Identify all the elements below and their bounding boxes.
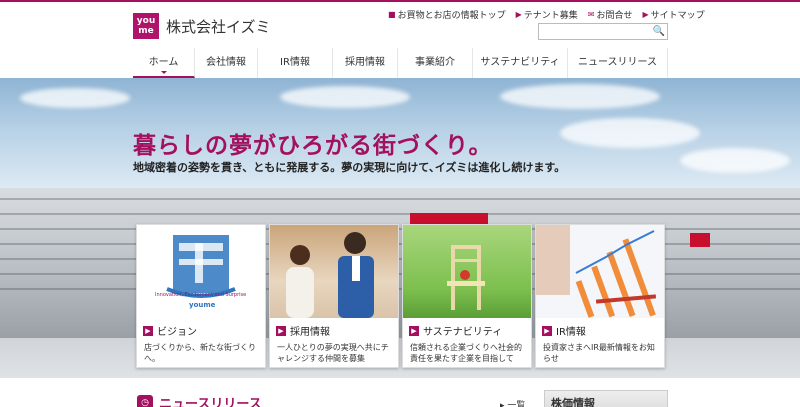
utility-link-shopping[interactable]: ■ お買物とお店の情報トップ bbox=[388, 8, 506, 21]
search-input[interactable] bbox=[541, 25, 649, 38]
nav-sustainability[interactable]: サステナビリティ bbox=[473, 48, 568, 78]
vision-caption: Innovation, Excitement and Surprise bbox=[155, 292, 247, 298]
card-label: ▶ IR情報 bbox=[542, 323, 586, 338]
nav-business[interactable]: 事業紹介 bbox=[398, 48, 473, 78]
nav-company[interactable]: 会社情報 bbox=[195, 48, 258, 78]
nav-news[interactable]: ニュースリリース bbox=[568, 48, 668, 78]
utility-link-contact[interactable]: ✉ お問合せ bbox=[588, 8, 633, 21]
sitemap-icon: ▶ bbox=[642, 10, 649, 19]
search-button[interactable]: 🔍 bbox=[652, 25, 666, 38]
arrow-right-icon: ▶ bbox=[409, 325, 419, 336]
card-description: 店づくりから、新たな街づくりへ。 bbox=[144, 343, 256, 363]
site-search: 🔍 bbox=[538, 23, 668, 40]
site-header: you me 株式会社イズミ ■ お買物とお店の情報トップ ▶ テナント募集 ✉ お問合… bbox=[0, 2, 800, 78]
card-recruit[interactable]: ▶ 採用情報 一人ひとりの夢の実現へ共にチャレンジする仲間を募集 bbox=[269, 224, 399, 368]
news-section-header: ◷ ニュースリリース bbox=[137, 393, 262, 407]
utility-link-tenant[interactable]: ▶ テナント募集 bbox=[516, 8, 578, 21]
hero-banner: 暮らしの夢がひろがる街づくり。 地域密着の姿勢を貫き、ともに発展する。夢の実現に… bbox=[0, 78, 800, 378]
youme-logo[interactable]: you me bbox=[133, 13, 159, 39]
card-label: ▶ サステナビリティ bbox=[409, 323, 502, 338]
recruit-photo bbox=[270, 225, 398, 318]
cloud bbox=[500, 84, 660, 109]
nav-recruit[interactable]: 採用情報 bbox=[333, 48, 398, 78]
nav-home[interactable]: ホーム bbox=[133, 48, 195, 78]
utility-links: ■ お買物とお店の情報トップ ▶ テナント募集 ✉ お問合せ ▶ サイトマップ bbox=[388, 8, 705, 21]
vision-brand: youme bbox=[189, 301, 216, 309]
arrow-right-icon: ▶ bbox=[143, 325, 153, 336]
news-list-link[interactable]: ▸ 一覧 bbox=[500, 398, 525, 407]
cloud bbox=[680, 148, 790, 173]
card-description: 投資家さまへIR最新情報をお知らせ bbox=[543, 343, 655, 363]
news-title: ニュースリリース bbox=[159, 397, 262, 407]
card-description: 信頼される企業づくりへ社会的責任を果たす企業を目指して bbox=[410, 343, 522, 363]
clock-icon: ◷ bbox=[137, 394, 153, 407]
ir-photo bbox=[536, 225, 664, 318]
card-label: ▶ ビジョン bbox=[143, 323, 197, 338]
store-sign bbox=[690, 233, 710, 247]
shop-icon: ■ bbox=[388, 10, 396, 19]
card-label: ▶ 採用情報 bbox=[276, 323, 330, 338]
card-ir[interactable]: ▶ IR情報 投資家さまへIR最新情報をお知らせ bbox=[535, 224, 665, 368]
arrow-right-icon: ▶ bbox=[515, 10, 522, 19]
hero-subtitle: 地域密着の姿勢を貫き、ともに発展する。夢の実現に向けて､イズミは進化し続けます。 bbox=[133, 161, 566, 174]
vision-image: Innovation, Excitement and Surprise youm… bbox=[137, 225, 265, 318]
nav-ir[interactable]: IR情報 bbox=[258, 48, 333, 78]
search-icon: 🔍 bbox=[652, 26, 666, 37]
cloud bbox=[20, 88, 130, 108]
utility-link-sitemap[interactable]: ▶ サイトマップ bbox=[642, 8, 704, 21]
card-sustainability[interactable]: ▶ サステナビリティ 信頼される企業づくりへ社会的責任を果たす企業を目指して bbox=[402, 224, 532, 368]
stock-title: 株価情報 bbox=[551, 397, 595, 407]
hero-title: 暮らしの夢がひろがる街づくり。 bbox=[133, 133, 493, 159]
arrow-right-icon: ▶ bbox=[542, 325, 552, 336]
global-nav: ホーム 会社情報 IR情報 採用情報 事業紹介 サステナビリティ ニュースリリー… bbox=[133, 48, 668, 78]
cloud bbox=[280, 86, 410, 108]
company-name[interactable]: 株式会社イズミ bbox=[166, 16, 271, 37]
arrow-right-icon: ▶ bbox=[276, 325, 286, 336]
cloud bbox=[560, 118, 700, 148]
stock-info-panel[interactable]: 株価情報 bbox=[544, 390, 668, 407]
card-description: 一人ひとりの夢の実現へ共にチャレンジする仲間を募集 bbox=[277, 343, 389, 363]
sustainability-photo bbox=[403, 225, 531, 318]
mail-icon: ✉ bbox=[587, 10, 595, 19]
card-vision[interactable]: Innovation, Excitement and Surprise youm… bbox=[136, 224, 266, 368]
shopping-mall-building bbox=[0, 188, 800, 338]
